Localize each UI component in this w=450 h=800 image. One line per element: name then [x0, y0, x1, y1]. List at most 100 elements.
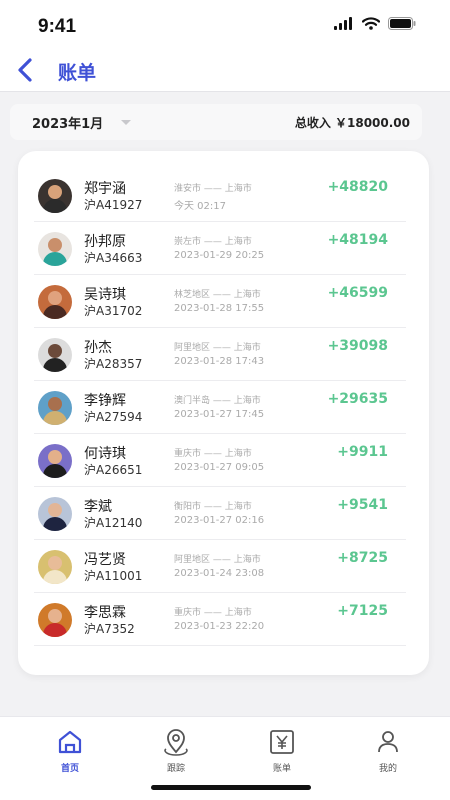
record-time: 2023-01-27 17:45 [174, 409, 265, 420]
driver-name: 李斌 [84, 499, 112, 515]
tab-bill-label: 账单 [272, 764, 291, 774]
status-time: 9:41 [38, 16, 77, 37]
list-item[interactable]: 李思霖 沪A7352 重庆市 —— 上海市 2023-01-23 22:20 +7125 [34, 593, 406, 646]
avatar-head [48, 609, 62, 623]
avatar [38, 179, 72, 213]
avatar [38, 391, 72, 425]
plate-number: 沪A12140 [84, 516, 143, 530]
amount-value: +39098 [327, 338, 388, 354]
plate-number: 沪A7352 [84, 622, 135, 636]
signal-icon [334, 17, 352, 30]
avatar-body [43, 199, 67, 213]
avatar-head [48, 450, 62, 464]
record-time: 2023-01-27 02:16 [174, 515, 265, 526]
avatar-head [48, 503, 62, 517]
driver-name: 李铮辉 [84, 393, 126, 409]
driver-name: 冯艺贤 [84, 552, 126, 568]
amount-value: +7125 [337, 603, 388, 619]
plate-number: 沪A34663 [84, 251, 143, 265]
plate-number: 沪A27594 [84, 410, 143, 424]
avatar [38, 285, 72, 319]
avatar [38, 550, 72, 584]
chevron-left-icon[interactable] [12, 56, 40, 84]
battery-icon [388, 17, 416, 30]
record-time: 2023-01-29 20:25 [174, 250, 265, 261]
route-text: 重庆市 —— 上海市 [174, 608, 252, 618]
list-item[interactable]: 冯艺贤 沪A11001 阿里地区 —— 上海市 2023-01-24 23:08 +87… [34, 540, 406, 593]
avatar [38, 338, 72, 372]
list-item[interactable]: 孙杰 沪A28357 阿里地区 —— 上海市 2023-01-28 17:43 +390… [34, 328, 406, 381]
amount-value: +48820 [327, 179, 388, 195]
list-item[interactable]: 孙邦原 沪A34663 崇左市 —— 上海市 2023-01-29 20:25 +481… [34, 222, 406, 275]
route-text: 林芝地区 —— 上海市 [174, 290, 261, 300]
avatar-body [43, 252, 67, 266]
avatar-body [43, 464, 67, 478]
yen-receipt-icon [270, 730, 294, 754]
avatar-head [48, 344, 62, 358]
avatar [38, 232, 72, 266]
tab-home-label: 首页 [60, 764, 79, 774]
avatar [38, 603, 72, 637]
record-time: 2023-01-28 17:43 [174, 356, 265, 367]
avatar-body [43, 411, 67, 425]
total-income: 总收入 ￥18000.00 [294, 115, 410, 130]
avatar-head [48, 185, 62, 199]
tab-bill[interactable]: 账单 [252, 727, 312, 774]
status-icons [334, 17, 416, 30]
avatar [38, 444, 72, 478]
avatar-body [43, 358, 67, 372]
route-text: 重庆市 —— 上海市 [174, 449, 252, 459]
list-item[interactable]: 何诗琪 沪A26651 重庆市 —— 上海市 2023-01-27 09:05 +991… [34, 434, 406, 487]
amount-value: +9541 [337, 497, 388, 513]
wifi-icon [362, 17, 380, 30]
route-text: 阿里地区 —— 上海市 [174, 343, 261, 353]
chevron-down-icon [121, 119, 132, 125]
amount-value: +8725 [337, 550, 388, 566]
avatar-body [43, 305, 67, 319]
location-pin-icon [164, 729, 188, 756]
month-label: 2023年1月 [32, 116, 104, 132]
plate-number: 沪A41927 [84, 198, 143, 212]
user-icon [378, 731, 398, 753]
tab-track-label: 跟踪 [166, 764, 185, 774]
record-time: 2023-01-23 22:20 [174, 621, 265, 632]
amount-value: +9911 [337, 444, 388, 460]
avatar-body [43, 517, 67, 531]
status-bar: 9:41 [0, 0, 450, 48]
driver-name: 郑宇涵 [84, 181, 126, 197]
plate-number: 沪A31702 [84, 304, 143, 318]
avatar [38, 497, 72, 531]
record-time: 2023-01-28 17:55 [174, 303, 265, 314]
page-title: 账单 [58, 62, 97, 84]
route-text: 阿里地区 —— 上海市 [174, 555, 261, 565]
nav-bar: 账单 [0, 48, 450, 92]
avatar-head [48, 291, 62, 305]
avatar-head [48, 397, 62, 411]
tab-track[interactable]: 跟踪 [146, 727, 206, 774]
bill-list-card: 郑宇涵 沪A41927 淮安市 —— 上海市 今天 02:17 +48820 孙邦原 沪A3… [18, 151, 429, 675]
avatar-head [48, 556, 62, 570]
filter-bar: 2023年1月 总收入 ￥18000.00 [10, 104, 422, 140]
record-time: 2023-01-27 09:05 [174, 462, 265, 473]
amount-value: +29635 [327, 391, 388, 407]
amount-value: +46599 [327, 285, 388, 301]
list-item[interactable]: 郑宇涵 沪A41927 淮安市 —— 上海市 今天 02:17 +48820 [34, 169, 406, 222]
list-item[interactable]: 吴诗琪 沪A31702 林芝地区 —— 上海市 2023-01-28 17:55 +46… [34, 275, 406, 328]
driver-name: 孙杰 [84, 340, 112, 356]
plate-number: 沪A28357 [84, 357, 143, 371]
plate-number: 沪A11001 [84, 569, 143, 583]
avatar-body [43, 623, 67, 637]
month-select[interactable]: 2023年1月 [32, 113, 132, 132]
list-item[interactable]: 李铮辉 沪A27594 澳门半岛 —— 上海市 2023-01-27 17:45 +29… [34, 381, 406, 434]
home-indicator [151, 785, 311, 790]
driver-name: 李思霖 [84, 605, 126, 621]
tab-home[interactable]: 首页 [40, 727, 100, 774]
tab-me-label: 我的 [378, 764, 397, 774]
tab-me[interactable]: 我的 [358, 727, 418, 774]
plate-number: 沪A26651 [84, 463, 143, 477]
driver-name: 何诗琪 [84, 446, 126, 462]
list-item[interactable]: 李斌 沪A12140 衡阳市 —— 上海市 2023-01-27 02:16 +9541 [34, 487, 406, 540]
record-time: 今天 02:17 [174, 201, 226, 212]
route-text: 淮安市 —— 上海市 [174, 184, 252, 194]
avatar-body [43, 570, 67, 584]
